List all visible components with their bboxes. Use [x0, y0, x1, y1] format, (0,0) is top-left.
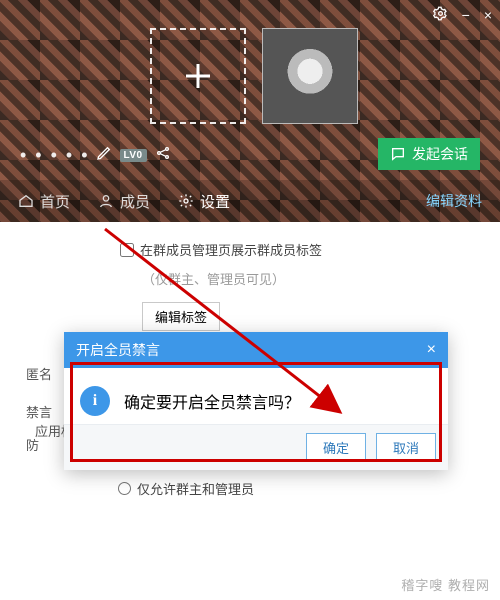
close-button[interactable]: ×: [484, 8, 492, 22]
settings-gear-icon[interactable]: [433, 6, 448, 23]
tab-home-label: 首页: [40, 191, 70, 212]
dialog-close-button[interactable]: ×: [427, 341, 436, 359]
visibility-hint: （仅群主、管理员可见）: [142, 269, 476, 288]
watermark: 稽字嗖 教程网: [401, 575, 490, 594]
add-photo-box[interactable]: [150, 28, 246, 124]
share-icon[interactable]: [155, 145, 171, 166]
start-chat-button[interactable]: 发起会话: [378, 138, 480, 170]
group-cover-photo[interactable]: [262, 28, 358, 124]
user-icon: [98, 193, 114, 209]
side-label-anon: 匿名: [26, 364, 52, 383]
home-icon: [18, 193, 34, 209]
edit-profile-link[interactable]: 编辑资料: [426, 191, 482, 211]
tab-members[interactable]: 成员: [98, 191, 150, 212]
dialog-cancel-button[interactable]: 取消: [376, 433, 436, 462]
group-name-placeholder: • • • • •: [20, 145, 90, 166]
edit-tags-button[interactable]: 编辑标签: [142, 302, 220, 331]
confirm-dialog: 开启全员禁言 × i 确定要开启全员禁言吗？ 确定 取消: [64, 332, 448, 470]
tab-home[interactable]: 首页: [18, 191, 70, 212]
show-member-tags-row[interactable]: 在群成员管理页展示群成员标签: [120, 240, 476, 259]
tab-members-label: 成员: [120, 191, 150, 212]
perm-option-admin[interactable]: 仅允许群主和管理员: [118, 479, 254, 498]
info-icon: i: [80, 386, 110, 416]
chat-bubble-icon: [390, 146, 406, 162]
plus-icon: [180, 58, 216, 94]
group-header: − × • • • • • LV0 发起会话 首页: [0, 0, 500, 222]
tab-settings-label: 设置: [200, 191, 230, 212]
dialog-titlebar: 开启全员禁言 ×: [64, 332, 448, 368]
gear-icon: [178, 193, 194, 209]
tab-settings[interactable]: 设置: [178, 191, 230, 212]
group-tabs: 首页 成员 设置 编辑资料: [0, 180, 500, 222]
minimize-button[interactable]: −: [462, 8, 470, 22]
side-label-mute: 禁言: [26, 402, 52, 421]
dialog-ok-button[interactable]: 确定: [306, 433, 366, 462]
app-window: − × • • • • • LV0 发起会话 首页: [0, 0, 500, 600]
level-badge: LV0: [120, 149, 147, 162]
show-member-tags-checkbox[interactable]: [120, 243, 134, 257]
side-label-protect: 防: [26, 435, 39, 454]
show-member-tags-label: 在群成员管理页展示群成员标签: [140, 240, 322, 259]
perm-radio-admin[interactable]: [118, 482, 131, 495]
dialog-body: i 确定要开启全员禁言吗？: [64, 368, 448, 424]
window-controls: − ×: [433, 6, 492, 23]
dialog-message: 确定要开启全员禁言吗？: [124, 389, 300, 413]
start-chat-label: 发起会话: [412, 144, 468, 164]
dialog-footer: 确定 取消: [64, 424, 448, 470]
perm-option-admin-label: 仅允许群主和管理员: [137, 479, 254, 498]
dialog-title: 开启全员禁言: [76, 340, 160, 360]
pencil-icon[interactable]: [96, 145, 112, 166]
